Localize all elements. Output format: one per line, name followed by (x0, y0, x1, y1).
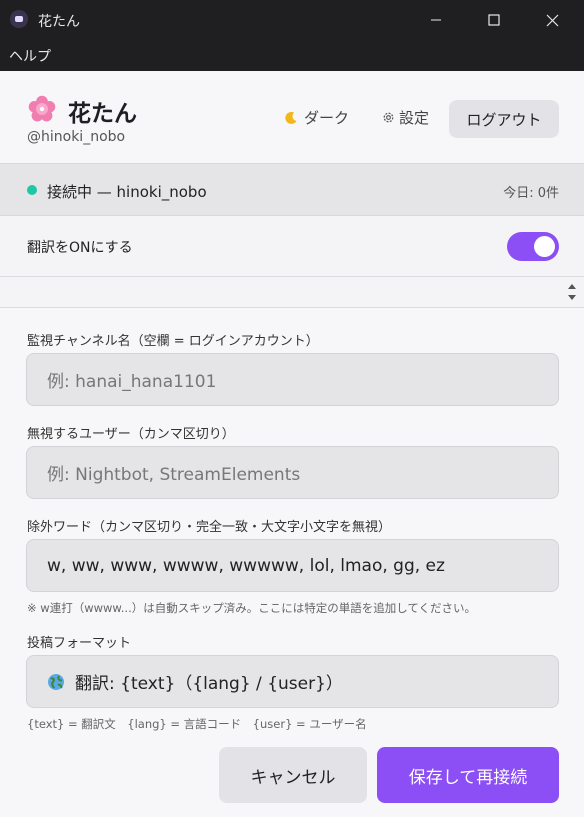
user-handle: @hinoki_nobo (27, 129, 126, 145)
globe-icon (48, 673, 64, 690)
post-format-input[interactable]: 翻訳: {text}（{lang} / {user}） (26, 655, 559, 708)
close-button[interactable] (529, 0, 575, 40)
logout-button[interactable]: ログアウト (449, 100, 559, 138)
exclude-words-input[interactable]: w, ww, www, wwww, wwwww, lol, lmao, gg, … (26, 539, 559, 592)
ignore-users-label: 無視するユーザー（カンマ区切り） (27, 427, 235, 442)
maximize-button[interactable] (471, 0, 517, 40)
cancel-button[interactable]: キャンセル (219, 747, 367, 803)
settings-button[interactable]: 設定 (382, 107, 429, 128)
toggle-knob (534, 236, 555, 257)
maximize-icon (488, 14, 500, 26)
today-count: 今日: 0件 (503, 186, 559, 201)
connection-status-bar: 接続中 — hinoki_nobo 今日: 0件 (0, 163, 584, 216)
cherry-blossom-icon (28, 95, 56, 122)
connection-status-text: 接続中 — hinoki_nobo (47, 183, 207, 201)
title-bar: 花たん (0, 0, 584, 40)
window-title: 花たん (38, 14, 80, 30)
app-name: 花たん (68, 101, 137, 127)
ignore-users-input[interactable]: 例: Nightbot, StreamElements (26, 446, 559, 499)
log-panel (0, 277, 584, 308)
header: 花たん @hinoki_nobo ダーク 設定 ログアウト (0, 71, 584, 163)
scroll-arrows-icon[interactable] (567, 281, 577, 303)
moon-icon (285, 111, 297, 124)
settings-label: 設定 (399, 109, 430, 127)
translate-toggle-row: 翻訳をONにする (0, 216, 584, 277)
exclude-words-hint: ※ w連打（wwww...）は自動スキップ済み。ここには特定の単語を追加してくだ… (27, 601, 477, 615)
post-format-hint: {text} = 翻訳文 {lang} = 言語コード {user} = ユーザ… (27, 717, 367, 731)
settings-form: 監視チャンネル名（空欄 = ログインアカウント） 例: hanai_hana11… (0, 308, 584, 817)
channel-label: 監視チャンネル名（空欄 = ログインアカウント） (27, 334, 319, 349)
save-reconnect-button[interactable]: 保存して再接続 (377, 747, 559, 803)
menu-bar: ヘルプ (0, 40, 584, 71)
dark-mode-label: ダーク (304, 109, 350, 127)
minimize-button[interactable] (413, 0, 459, 40)
gear-icon (383, 112, 394, 123)
translate-toggle-label: 翻訳をONにする (27, 240, 133, 256)
main-content: 花たん @hinoki_nobo ダーク 設定 ログアウト 接続中 — hino… (0, 71, 584, 817)
menu-help[interactable]: ヘルプ (9, 46, 51, 66)
post-format-label: 投稿フォーマット (27, 636, 132, 651)
dark-mode-button[interactable]: ダーク (284, 107, 349, 128)
close-icon (546, 14, 558, 26)
translate-toggle[interactable] (507, 232, 559, 261)
status-indicator (27, 185, 37, 195)
exclude-words-label: 除外ワード（カンマ区切り・完全一致・大文字小文字を無視） (27, 520, 392, 535)
channel-input[interactable]: 例: hanai_hana1101 (26, 353, 559, 406)
post-format-value: 翻訳: {text}（{lang} / {user}） (75, 674, 343, 694)
minimize-icon (431, 19, 441, 21)
app-logo-icon (10, 10, 28, 28)
